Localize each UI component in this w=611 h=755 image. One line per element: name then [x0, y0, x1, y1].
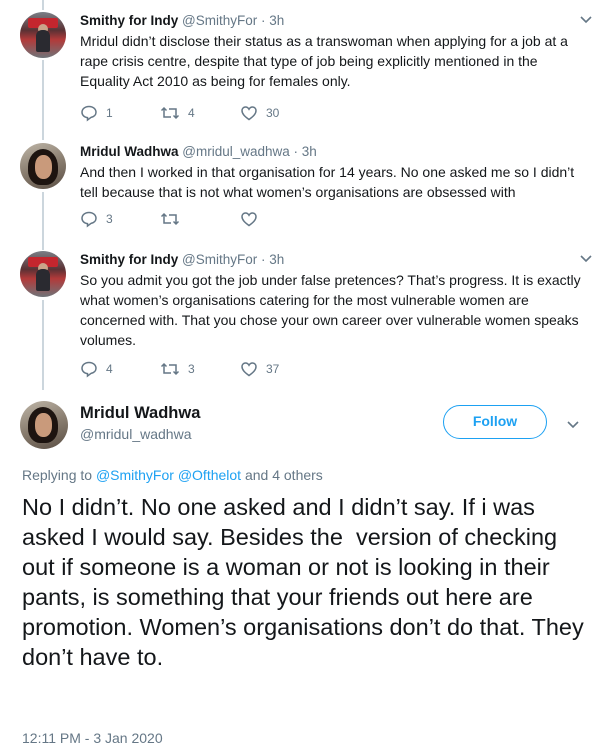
reply-icon	[81, 361, 97, 378]
replying-to: Replying to @SmithyFor @Ofthelot and 4 o…	[22, 467, 323, 483]
author-name[interactable]: Mridul Wadhwa	[80, 144, 179, 159]
tweet-time[interactable]: 3h	[269, 13, 284, 28]
chevron-down-icon[interactable]	[566, 417, 580, 431]
reply-count: 4	[106, 362, 113, 376]
author-name[interactable]: Mridul Wadhwa	[80, 404, 200, 423]
avatar[interactable]	[20, 401, 68, 449]
reply-icon	[81, 105, 97, 122]
retweet-button[interactable]: 3	[160, 360, 195, 378]
tweet-time[interactable]: 3h	[269, 252, 284, 267]
tweet-text: Mridul didn’t disclose their status as a…	[80, 33, 568, 89]
reply-icon	[81, 211, 97, 228]
reply-count: 1	[106, 106, 113, 120]
tweet-text: So you admit you got the job under false…	[80, 272, 581, 348]
like-button[interactable]: 30	[240, 104, 279, 122]
retweet-icon	[160, 362, 180, 376]
tweet-time[interactable]: 3h	[302, 144, 317, 159]
reply-button[interactable]: 4	[80, 360, 113, 378]
retweet-icon	[160, 212, 180, 226]
reply-count: 3	[106, 212, 113, 226]
like-icon	[241, 106, 257, 121]
author-handle[interactable]: @mridul_wadhwa	[80, 426, 191, 442]
reply-button[interactable]: 1	[80, 104, 113, 122]
chevron-down-icon[interactable]	[579, 251, 593, 265]
mention-link[interactable]: @Ofthelot	[178, 467, 241, 483]
avatar[interactable]	[20, 12, 66, 58]
author-name[interactable]: Smithy for Indy	[80, 13, 178, 28]
like-count: 30	[266, 106, 280, 120]
others-link[interactable]: and 4 others	[245, 467, 323, 483]
like-count: 37	[266, 362, 280, 376]
author-name[interactable]: Smithy for Indy	[80, 252, 178, 267]
thread-line	[42, 0, 44, 10]
like-icon	[241, 362, 257, 377]
author-handle[interactable]: @SmithyFor	[182, 13, 257, 28]
author-handle[interactable]: @SmithyFor	[182, 252, 257, 267]
like-button[interactable]	[240, 210, 266, 228]
thread-line	[42, 300, 44, 390]
like-icon	[241, 212, 257, 227]
retweet-button[interactable]	[160, 210, 188, 228]
chevron-down-icon[interactable]	[579, 12, 593, 26]
follow-button[interactable]: Follow	[443, 405, 547, 439]
reply-button[interactable]: 3	[80, 210, 113, 228]
mention-link[interactable]: @SmithyFor	[96, 467, 174, 483]
like-button[interactable]: 37	[240, 360, 279, 378]
retweet-button[interactable]: 4	[160, 104, 195, 122]
tweet-text: No I didn’t. No one asked and I didn’t s…	[22, 494, 591, 670]
thread-line	[42, 192, 44, 250]
avatar[interactable]	[20, 143, 66, 189]
thread-line	[42, 60, 44, 140]
retweet-count: 3	[188, 362, 195, 376]
avatar[interactable]	[20, 251, 66, 297]
tweet-timestamp[interactable]: 12:11 PM - 3 Jan 2020	[22, 730, 163, 746]
tweet-text: And then I worked in that organisation f…	[80, 164, 575, 200]
retweet-icon	[160, 106, 180, 120]
retweet-count: 4	[188, 106, 195, 120]
author-handle[interactable]: @mridul_wadhwa	[182, 144, 290, 159]
